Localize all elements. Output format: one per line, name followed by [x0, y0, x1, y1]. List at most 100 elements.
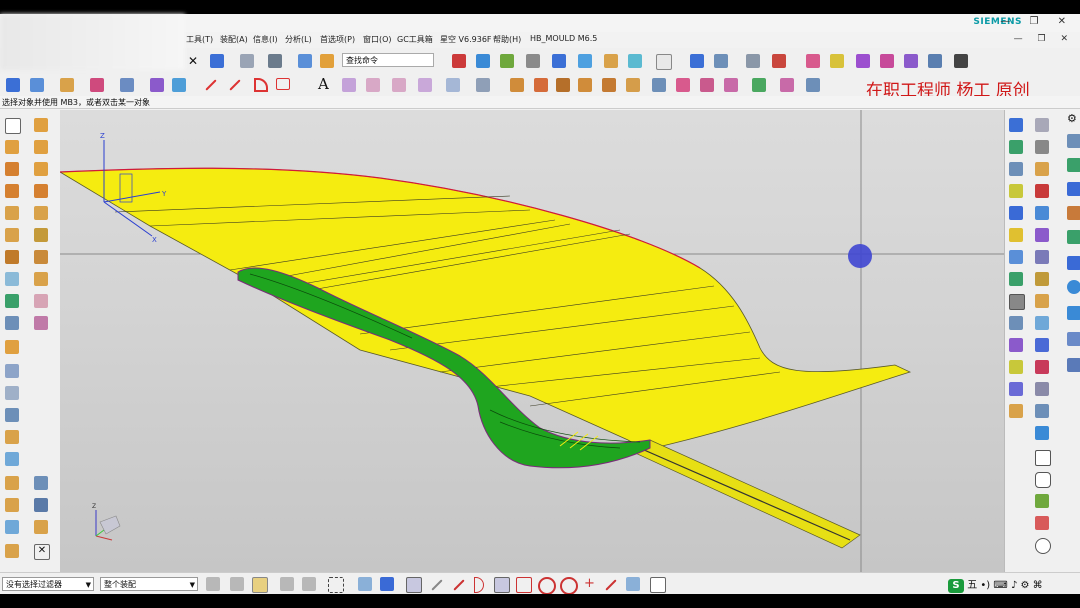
select-icon[interactable] [5, 118, 21, 134]
close-icon[interactable]: ✕ [188, 54, 202, 68]
menu-hb-mould[interactable]: HB_MOULD M6.5 [530, 34, 597, 43]
join-curve-icon[interactable] [418, 78, 432, 92]
replace-face-icon[interactable] [806, 78, 820, 92]
process-icon[interactable] [1035, 228, 1049, 242]
point-icon[interactable] [34, 498, 48, 512]
cone-icon[interactable] [34, 140, 48, 154]
assembly-navigator-icon[interactable] [1067, 158, 1080, 172]
system-icon[interactable] [1009, 206, 1023, 220]
extrude-icon[interactable] [510, 78, 524, 92]
shell-icon[interactable] [626, 78, 640, 92]
snap-intersect-icon[interactable] [494, 577, 510, 593]
snap-icon[interactable] [452, 54, 466, 68]
rectangle-tool-icon[interactable] [1035, 450, 1051, 466]
trim-curve-icon[interactable] [446, 78, 460, 92]
snap-quadrant-icon[interactable] [560, 577, 578, 595]
paste-icon[interactable] [320, 54, 334, 68]
split-body-icon[interactable] [5, 316, 19, 330]
draft-icon[interactable] [602, 78, 616, 92]
rectangle-select-icon[interactable] [328, 577, 344, 593]
hexagon-icon[interactable] [1035, 472, 1051, 488]
web-browser-icon[interactable] [1067, 256, 1080, 270]
block-icon[interactable] [34, 162, 48, 176]
menu-preferences[interactable]: 首选项(P) [320, 34, 355, 45]
mirror-icon[interactable] [5, 340, 19, 354]
graphics-viewport[interactable]: Z Y X Z [60, 110, 1004, 572]
section-icon[interactable] [604, 54, 618, 68]
grid-icon[interactable] [746, 54, 760, 68]
snap-grid-icon[interactable] [650, 577, 666, 593]
pattern-icon[interactable] [5, 364, 19, 378]
wrap-icon[interactable] [5, 476, 19, 490]
layer-icon[interactable] [500, 54, 514, 68]
select-solid-icon[interactable] [380, 577, 394, 591]
rectangle-icon[interactable] [276, 78, 290, 90]
camera-icon[interactable] [628, 54, 642, 68]
ime-mode[interactable]: 五 [967, 580, 977, 591]
mould-icon[interactable] [806, 54, 820, 68]
tool-icon[interactable] [1009, 228, 1023, 242]
pin-icon[interactable] [1009, 118, 1023, 132]
chamfer-icon[interactable] [578, 78, 592, 92]
snap-perp-icon[interactable] [605, 579, 617, 591]
menu-xingkong[interactable]: 星空 V6.936F [440, 34, 492, 45]
snap-tangent-icon[interactable] [516, 577, 532, 593]
parts-navigator-icon[interactable] [1067, 134, 1080, 148]
shaded-icon[interactable] [552, 54, 566, 68]
fit-icon[interactable] [714, 54, 728, 68]
routing-icon[interactable] [1009, 338, 1023, 352]
visual-icon[interactable] [1035, 184, 1049, 198]
datum-icon[interactable] [34, 476, 48, 490]
gear-icon[interactable] [830, 54, 844, 68]
undo-icon[interactable] [210, 54, 224, 68]
scope-select[interactable]: 整个装配 ▼ [100, 577, 198, 591]
rib-icon[interactable] [5, 250, 19, 264]
extract-icon[interactable] [5, 386, 19, 400]
thread-icon[interactable] [34, 250, 48, 264]
hd3d-icon[interactable] [1067, 230, 1080, 244]
surface-icon[interactable] [150, 78, 164, 92]
display-mode-icon[interactable] [656, 54, 672, 70]
sketch-icon[interactable] [90, 78, 104, 92]
menu-tools[interactable]: 工具(T) [186, 34, 213, 45]
revolve-icon[interactable] [534, 78, 548, 92]
history-clock-icon[interactable] [1067, 280, 1080, 294]
select-feature-icon[interactable] [206, 577, 220, 591]
die-icon[interactable] [1009, 360, 1023, 374]
orient-icon[interactable] [690, 54, 704, 68]
electrode-design-icon[interactable] [1009, 382, 1023, 396]
trim-body-icon[interactable] [34, 294, 48, 308]
slider-icon[interactable] [880, 54, 894, 68]
insert-icon[interactable] [904, 54, 918, 68]
document-controls[interactable]: — ❐ ✕ [1014, 34, 1074, 44]
snap-point-icon[interactable] [1009, 272, 1023, 286]
snap-line-icon[interactable] [453, 579, 465, 591]
snap-center-icon[interactable] [538, 577, 556, 595]
measure-icon[interactable] [772, 54, 786, 68]
library-icon[interactable] [1009, 162, 1023, 176]
snap-end-icon[interactable] [406, 577, 422, 593]
electrode-icon[interactable] [856, 54, 870, 68]
sphere-icon[interactable] [5, 162, 19, 176]
weld-icon[interactable] [1035, 316, 1049, 330]
analysis-icon[interactable] [1035, 250, 1049, 264]
history-icon[interactable] [1009, 140, 1023, 154]
mechatronic-icon[interactable] [1009, 404, 1023, 418]
wireframe-icon[interactable] [578, 54, 592, 68]
text-icon[interactable]: A [318, 76, 332, 92]
slot-icon[interactable] [5, 228, 19, 242]
line-icon[interactable] [205, 79, 217, 91]
face-icon[interactable] [652, 78, 666, 92]
select-curve-icon[interactable] [302, 577, 316, 591]
ruler-icon[interactable] [954, 54, 968, 68]
solid-icon[interactable] [5, 544, 19, 558]
sync-icon[interactable] [172, 78, 186, 92]
constraint-navigator-icon[interactable] [1067, 182, 1080, 196]
target-icon[interactable] [1035, 538, 1051, 554]
render-icon[interactable] [526, 54, 540, 68]
boss-icon[interactable] [5, 184, 19, 198]
motion-icon[interactable] [1009, 250, 1023, 264]
mold-wizard-icon[interactable] [1035, 294, 1049, 308]
offset-face-icon[interactable] [724, 78, 738, 92]
web-icon[interactable] [1009, 184, 1023, 198]
